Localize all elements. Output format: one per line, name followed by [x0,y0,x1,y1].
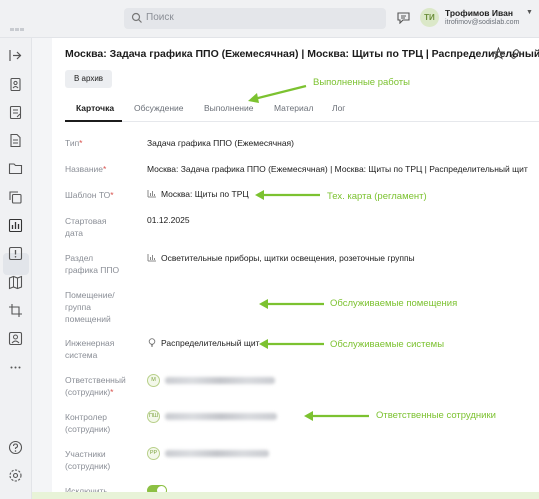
chat-icon[interactable] [397,12,410,24]
annotation-techcard: Тех. карта (регламент) [327,191,427,202]
controller-name-redacted[interactable] [165,413,277,420]
controller-avatar[interactable]: ПШ [147,410,160,423]
chart-icon[interactable] [8,218,23,233]
bottom-strip [32,492,539,499]
annotation-works: Выполненные работы [313,77,410,88]
contacts-icon[interactable] [8,77,23,92]
arrow-systems-icon [259,339,324,349]
field-section-value[interactable]: Осветительные приборы, щитки освещения, … [147,253,415,263]
search-input[interactable]: Поиск [124,8,386,29]
tab-discussion[interactable]: Обсуждение [134,103,184,113]
field-template-value[interactable]: Москва: Щиты по ТРЦ [147,189,249,199]
field-type-value[interactable]: Задача графика ППО (Ежемесячная) [147,138,294,148]
top-bar: Поиск ТИ Трофимов Иван itrofimov@sodisla… [0,0,539,38]
crop-icon[interactable] [8,303,23,318]
tab-card[interactable]: Карточка [76,103,114,113]
responsible-avatar[interactable]: M [147,374,160,387]
arrow-works-icon [248,84,307,103]
field-participants-label: Участники (сотрудник) [65,449,111,471]
annotation-systems: Обслуживаемые системы [330,339,445,350]
active-tab-indicator [65,120,122,122]
map-icon[interactable] [8,275,23,290]
alert-icon[interactable] [8,246,23,261]
chart-icon [147,254,156,262]
field-system-label: Инженерная система [65,338,115,360]
copy-icon[interactable] [8,190,23,205]
search-icon [131,12,142,23]
arrow-techcard-icon [255,190,320,200]
person-icon[interactable] [8,331,23,346]
logo[interactable] [10,13,28,31]
app-frame: Поиск ТИ Трофимов Иван itrofimov@sodisla… [0,0,539,499]
field-room-label: Помещение/группа помещений [65,290,115,324]
arrow-rooms-icon [259,299,324,309]
arrow-staff-icon [304,411,369,421]
link-icon[interactable] [509,48,521,60]
search-placeholder: Поиск [146,12,174,23]
field-start-date-label: Стартовая дата [65,216,107,238]
field-name-label: Название* [65,164,107,174]
annotation-staff: Ответственные сотрудники [376,410,496,421]
chevron-down-icon[interactable]: ▼ [526,9,533,16]
annotation-rooms: Обслуживаемые помещения [330,298,458,309]
participants-avatar[interactable]: РР [147,447,160,460]
help-icon[interactable] [8,440,23,455]
page-title: Москва: Задача графика ППО (Ежемесячная)… [65,48,539,60]
tab-execution[interactable]: Выполнение [204,103,253,113]
notes-icon[interactable] [8,105,23,120]
chart-icon [147,190,156,198]
archive-button[interactable]: В архив [65,70,112,88]
more-icon[interactable] [8,360,23,375]
user-email: itrofimov@sodislab.com [445,19,520,26]
star-icon[interactable] [492,47,505,60]
tab-material[interactable]: Материал [274,103,313,113]
field-start-date-value[interactable]: 01.12.2025 [147,215,190,225]
user-name[interactable]: Трофимов Иван [445,8,513,18]
field-template-label: Шаблон ТО* [65,190,114,200]
document-icon[interactable] [8,133,23,148]
field-name-value[interactable]: Москва: Задача графика ППО (Ежемесячная)… [147,164,528,174]
avatar[interactable]: ТИ [420,8,439,27]
bulb-icon [148,338,156,347]
field-type-label: Тип* [65,138,83,148]
folder-icon[interactable] [8,161,23,176]
sidebar [0,38,32,499]
main-panel: Москва: Задача графика ППО (Ежемесячная)… [52,38,539,499]
field-responsible-label: Ответственный (сотрудник)* [65,375,126,397]
participants-name-redacted[interactable] [165,450,269,457]
field-system-value[interactable]: Распределительный щит [147,338,260,348]
responsible-name-redacted[interactable] [165,377,275,384]
collapse-icon[interactable] [8,48,23,63]
settings-icon[interactable] [8,468,23,483]
tab-log[interactable]: Лог [332,103,345,113]
field-controller-label: Контролер (сотрудник) [65,412,111,434]
field-section-label: Раздел графика ППО [65,253,120,275]
